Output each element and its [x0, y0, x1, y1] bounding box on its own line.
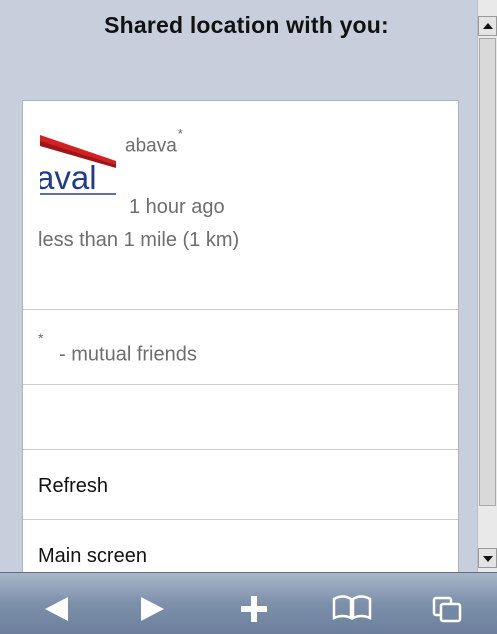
add-plus-icon — [241, 596, 267, 622]
friend-name: abava* — [125, 126, 183, 157]
back-arrow-icon — [45, 597, 68, 621]
browser-toolbar — [0, 572, 497, 634]
legend-label: - mutual friends — [53, 343, 197, 366]
scroll-down-arrow-icon — [483, 556, 493, 562]
mutual-friends-legend: * - mutual friends — [23, 310, 458, 385]
scroll-thumb[interactable] — [479, 38, 496, 506]
bookmarks-book-icon — [332, 595, 372, 621]
scroll-up-button[interactable] — [478, 16, 497, 36]
add-bookmark-button[interactable] — [224, 573, 284, 634]
friend-list-item[interactable]: aval abava* 1 hour ago less than 1 mile … — [23, 101, 458, 310]
forward-arrow-icon — [141, 597, 164, 621]
logo-text: aval — [40, 159, 97, 196]
bookmarks-button[interactable] — [322, 573, 382, 634]
friend-avatar-logo: aval — [40, 131, 116, 199]
forward-button[interactable] — [123, 573, 183, 634]
legend-marker: * — [38, 330, 44, 346]
back-button[interactable] — [27, 573, 87, 634]
main-screen-label: Main screen — [38, 545, 147, 567]
scroll-down-button[interactable] — [478, 548, 497, 568]
scroll-up-arrow-icon — [483, 23, 493, 29]
page-title: Shared location with you: — [104, 12, 389, 38]
friend-name-text: abava — [125, 135, 177, 157]
legend-text: * - mutual friends — [38, 330, 197, 367]
vertical-scrollbar[interactable] — [477, 0, 497, 572]
shared-location-list: aval abava* 1 hour ago less than 1 mile … — [22, 100, 459, 572]
main-screen-button[interactable]: Main screen — [23, 520, 458, 572]
empty-row — [23, 385, 458, 450]
refresh-button[interactable]: Refresh — [23, 450, 458, 520]
friend-distance: less than 1 mile (1 km) — [38, 229, 240, 251]
last-seen-time: 1 hour ago — [129, 196, 225, 218]
pages-icon — [432, 596, 462, 623]
refresh-label: Refresh — [38, 475, 109, 497]
mutual-friend-marker: * — [177, 126, 183, 141]
abava-logo-icon: aval — [40, 131, 116, 199]
pages-button[interactable] — [418, 573, 478, 634]
